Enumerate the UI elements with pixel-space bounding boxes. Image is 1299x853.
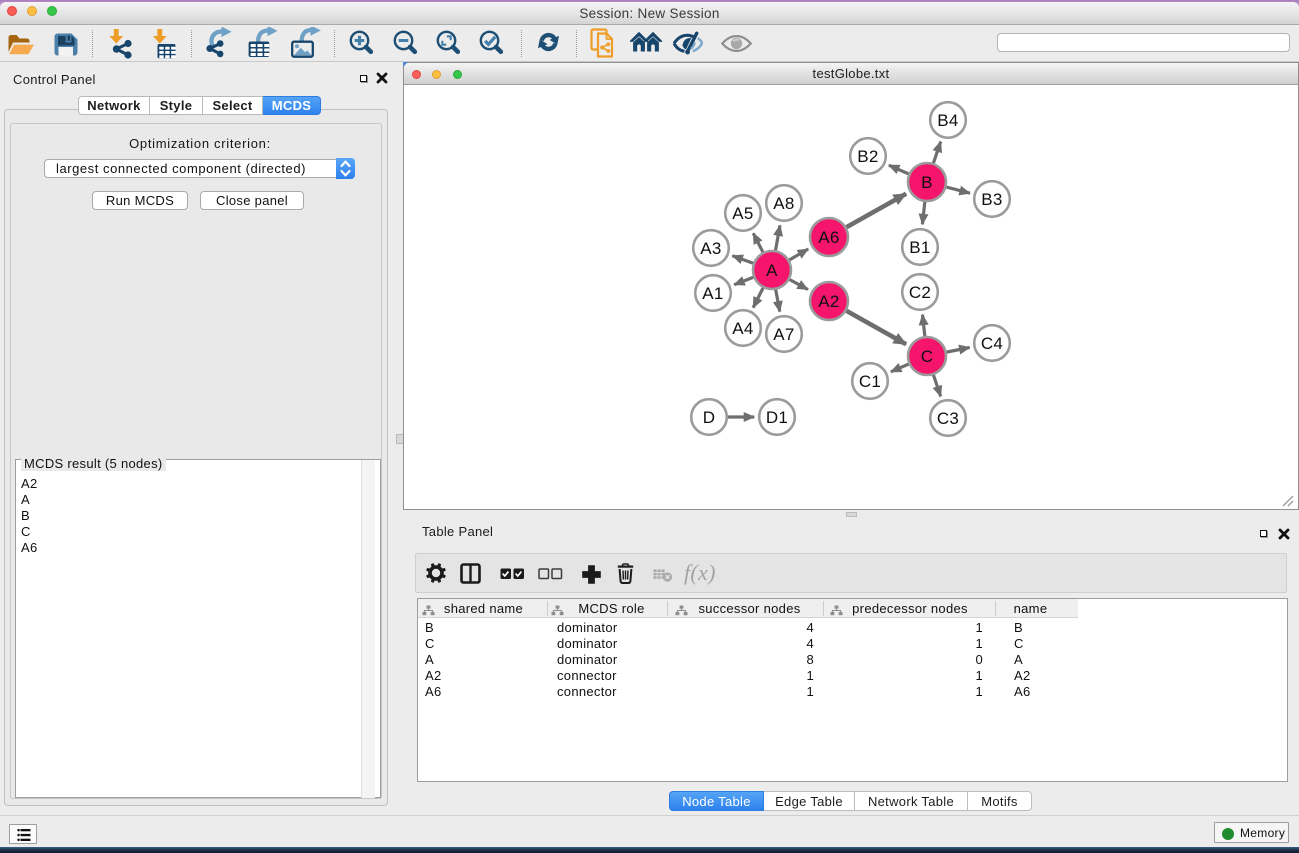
svg-text:C1: C1	[859, 372, 881, 391]
svg-text:A4: A4	[732, 319, 753, 338]
svg-text:A6: A6	[818, 228, 839, 247]
svg-text:A: A	[766, 261, 778, 280]
svg-text:B4: B4	[937, 111, 958, 130]
svg-text:A7: A7	[773, 325, 794, 344]
svg-text:A2: A2	[818, 292, 839, 311]
svg-text:B3: B3	[981, 190, 1002, 209]
svg-text:C2: C2	[909, 283, 931, 302]
svg-text:D1: D1	[766, 408, 788, 427]
svg-text:A3: A3	[700, 239, 721, 258]
svg-text:A1: A1	[702, 284, 723, 303]
svg-text:B: B	[921, 173, 933, 192]
svg-text:B2: B2	[857, 147, 878, 166]
svg-text:B1: B1	[909, 238, 930, 257]
svg-text:C: C	[921, 347, 934, 366]
svg-text:D: D	[703, 408, 716, 427]
svg-text:A5: A5	[732, 204, 753, 223]
svg-text:A8: A8	[773, 194, 794, 213]
svg-text:C3: C3	[937, 409, 959, 428]
svg-text:C4: C4	[981, 334, 1003, 353]
